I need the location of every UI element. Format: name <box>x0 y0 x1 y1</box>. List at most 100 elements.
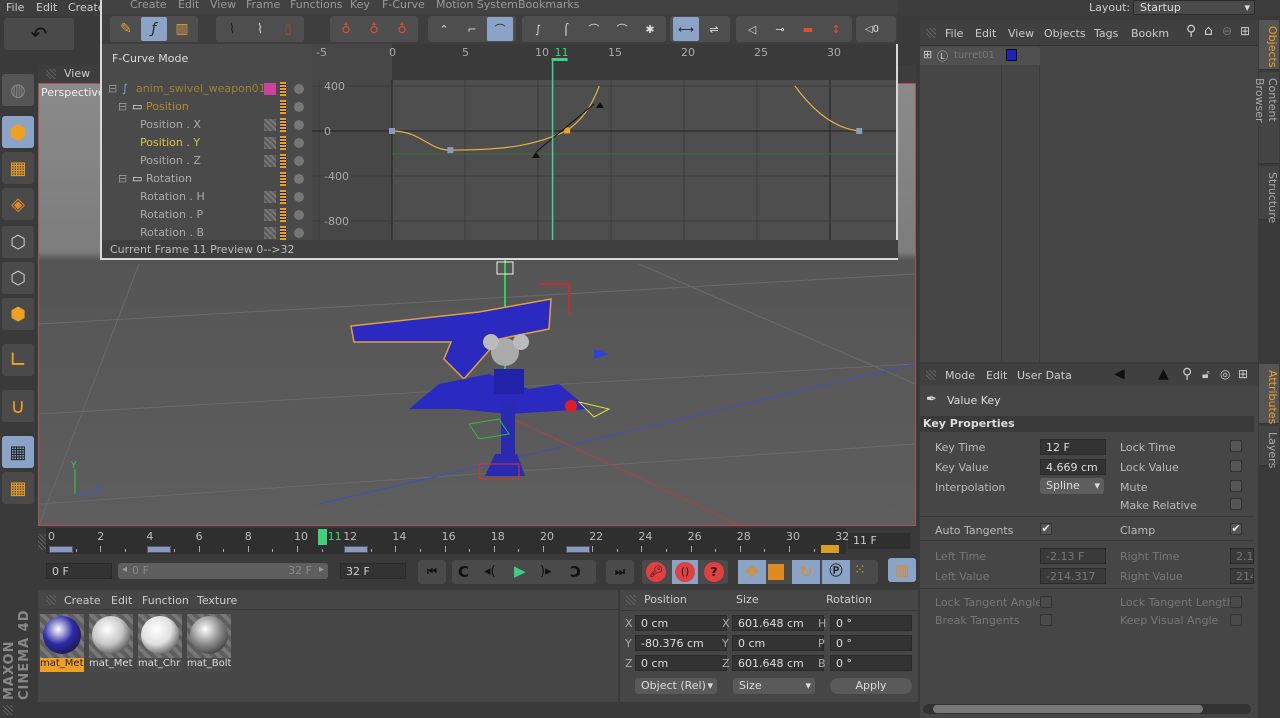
target-icon[interactable]: ◎ <box>1220 367 1230 381</box>
undo-button[interactable]: ↶ <box>4 18 74 50</box>
clamp-button[interactable]: ⇌ <box>701 17 727 41</box>
tab-attributes[interactable]: Attributes <box>1259 364 1279 424</box>
lock-value-checkbox[interactable] <box>1230 460 1242 472</box>
start-frame-field[interactable]: 0 F <box>46 563 112 579</box>
track-icon[interactable] <box>264 191 276 203</box>
points-mode-button[interactable]: ⬡ <box>2 226 34 258</box>
remove-key-button[interactable]: ♁ <box>389 17 415 41</box>
timeline-window-button[interactable]: ▥ <box>888 558 916 582</box>
edges-mode-button[interactable]: ⬡ <box>2 262 34 294</box>
coord-mode-dropdown[interactable]: Object (Rel) ▾ <box>635 678 717 694</box>
fc-menu-create[interactable]: Create <box>130 0 167 11</box>
tree-row-position-z[interactable]: Position . Z <box>102 152 312 170</box>
left-tangent-handle[interactable] <box>532 152 540 158</box>
position-z-field[interactable]: 0 cm <box>635 655 727 671</box>
key-mode-button[interactable]: ✎ <box>113 17 139 41</box>
up-arrow-icon[interactable]: ▲ <box>1158 366 1169 382</box>
scale-key-icon[interactable] <box>768 564 784 580</box>
timeline-playhead[interactable] <box>317 529 327 545</box>
mat-menu-function[interactable]: Function <box>142 594 189 607</box>
attr-menu-user-data[interactable]: User Data <box>1017 369 1072 382</box>
ease-out-button[interactable]: ⌒ <box>581 17 607 41</box>
lock-angle-button[interactable]: ◁ <box>739 17 765 41</box>
mat-menu-texture[interactable]: Texture <box>197 594 237 607</box>
tree-row-rotation-p[interactable]: Rotation . P <box>102 206 312 224</box>
tree-row-position[interactable]: ⊟ ▭ Position <box>102 98 312 116</box>
end-frame-field[interactable]: 32 F <box>340 563 406 579</box>
size-z-field[interactable]: 601.648 cm <box>732 655 824 671</box>
material-swatch[interactable]: mat_Met <box>89 614 133 672</box>
tab-structure[interactable]: Structure <box>1259 166 1279 223</box>
solo-icon[interactable] <box>294 228 304 238</box>
record-active-icon[interactable]: 🔑︎ <box>646 562 666 582</box>
mat-menu-create[interactable]: Create <box>64 594 101 607</box>
fc-menu-functions[interactable]: Functions <box>290 0 343 11</box>
solo-icon[interactable] <box>294 138 304 148</box>
range-right-arrow[interactable]: ▸ <box>319 564 324 575</box>
go-to-start-button[interactable]: ⏮ <box>418 560 446 584</box>
lock-icon[interactable]: 🔓︎ <box>1202 367 1210 382</box>
attr-menu-mode[interactable]: Mode <box>945 369 975 382</box>
collapse-icon[interactable]: ⊟ <box>108 82 117 95</box>
workplane-button[interactable]: ◈ <box>2 188 34 220</box>
next-key-icon[interactable]: Ɔ <box>570 563 581 581</box>
collapse-icon[interactable]: ⊟ <box>118 100 127 113</box>
fcurve-graph-svg[interactable]: -5 0 5 10 15 20 25 30 400 0 -400 -800 11 <box>312 44 896 240</box>
current-frame-field[interactable]: 11 F <box>848 533 910 549</box>
move-key-icon[interactable]: ✥ <box>738 560 766 584</box>
right-time-field[interactable]: 2.1 <box>1230 548 1254 564</box>
timeline-icon[interactable] <box>280 226 286 240</box>
solo-icon[interactable] <box>294 174 304 184</box>
timeline-key-marker[interactable] <box>344 546 369 553</box>
tree-row-position-x[interactable]: Position . X <box>102 116 312 134</box>
fc-menu-motion-system[interactable]: Motion System <box>436 0 518 11</box>
frame-range-button[interactable]: ▯ <box>275 17 301 41</box>
scrollbar-thumb[interactable] <box>933 705 1203 713</box>
fc-menu-view[interactable]: View <box>210 0 236 11</box>
range-slider[interactable]: ◂ 0 F 32 F ▸ <box>118 563 328 579</box>
snap-button[interactable]: ∪ <box>2 390 34 422</box>
rotate-key-icon[interactable]: ↻ <box>792 560 820 584</box>
timeline-key-marker[interactable] <box>147 546 172 553</box>
clamp-checkbox[interactable]: ✔ <box>1230 523 1242 535</box>
fcurve-mode-button[interactable]: ƒ <box>141 17 167 41</box>
rotation-h-field[interactable]: 0 ° <box>830 615 912 631</box>
auto-tangents-button[interactable]: ⟷ <box>673 17 699 41</box>
key-time-field[interactable]: 12 F <box>1040 439 1106 455</box>
track-icon[interactable] <box>264 137 276 149</box>
material-swatch[interactable]: mat_Met <box>40 614 84 672</box>
lock-length-button[interactable]: ⊸ <box>767 17 793 41</box>
solo-icon[interactable] <box>294 210 304 220</box>
left-value-field[interactable]: -214.317 <box>1040 568 1106 584</box>
polygons-mode-button[interactable]: ⬢ <box>2 298 34 330</box>
rotation-b-field[interactable]: 0 ° <box>830 655 912 671</box>
play-icon[interactable]: ▶ <box>514 562 526 580</box>
new-panel-icon[interactable]: ⊞ <box>1238 367 1248 381</box>
lock-time-checkbox[interactable] <box>1230 440 1242 452</box>
motion-mode-button[interactable]: ▥ <box>169 17 195 41</box>
lock-tangent-angles-checkbox[interactable] <box>1040 596 1052 608</box>
timeline-icon[interactable] <box>280 154 286 168</box>
timeline-icon[interactable] <box>280 136 286 150</box>
solo-icon[interactable] <box>294 120 304 130</box>
axis-mode-button[interactable]: ∟ <box>2 344 34 376</box>
fc-menu-key[interactable]: Key <box>350 0 370 11</box>
obj-menu-edit[interactable]: Edit <box>975 27 996 40</box>
turret-model[interactable] <box>350 298 611 480</box>
zero-angle-button[interactable]: ✱ <box>637 17 663 41</box>
timeline-icon[interactable] <box>280 190 286 204</box>
prev-key-icon[interactable]: C <box>458 563 469 581</box>
keyframe[interactable] <box>389 128 395 134</box>
obj-menu-bookmarks[interactable]: Bookm <box>1131 27 1169 40</box>
param-key-icon[interactable]: Ⓟ <box>822 560 850 584</box>
left-time-field[interactable]: -2.13 F <box>1040 548 1106 564</box>
add-keys-button[interactable]: ♁ <box>361 17 387 41</box>
fc-menu-edit[interactable]: Edit <box>178 0 199 11</box>
track-icon[interactable] <box>264 119 276 131</box>
track-icon[interactable] <box>264 227 276 239</box>
color-swatch[interactable] <box>264 83 276 95</box>
x-arrow[interactable] <box>565 400 577 412</box>
keyframe-selection-icon[interactable]: ? <box>704 562 724 582</box>
lock-workplane-button[interactable]: ▦ <box>2 436 34 468</box>
position-x-field[interactable]: 0 cm <box>635 615 727 631</box>
